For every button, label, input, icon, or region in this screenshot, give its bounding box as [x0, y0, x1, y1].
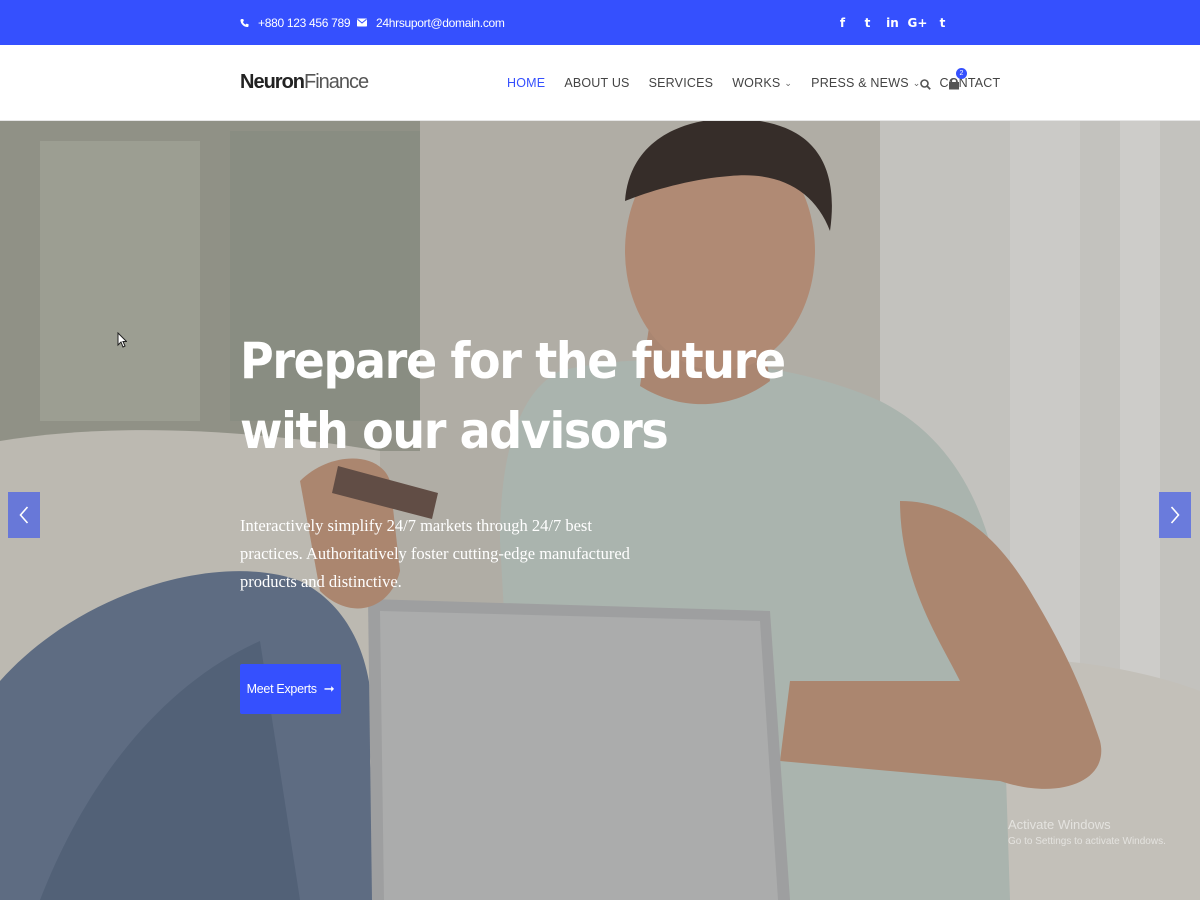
chevron-left-icon [19, 506, 29, 524]
email-contact[interactable]: 24hrsuport@domain.com [357, 0, 505, 45]
meet-experts-label: Meet Experts [246, 682, 317, 696]
phone-contact[interactable]: +880 123 456 789 [240, 0, 351, 45]
hero-title-line-2: with our advisors [240, 402, 669, 460]
envelope-icon [357, 18, 367, 27]
watermark-line-2: Go to Settings to activate Windows. [1008, 836, 1166, 847]
nav-about-us[interactable]: ABOUT US [564, 76, 629, 90]
twitter-icon[interactable]: t [855, 16, 880, 30]
hero-title-line-1: Prepare for the future [240, 332, 786, 390]
chevron-right-icon [1170, 506, 1180, 524]
activate-windows-watermark: Activate Windows Go to Settings to activ… [1008, 817, 1166, 847]
nav-home-label: HOME [507, 76, 546, 90]
arrow-right-icon: ➞ [323, 681, 335, 696]
nav-press-news[interactable]: PRESS & NEWS ⌄ [811, 76, 920, 90]
nav-home[interactable]: HOME [507, 76, 545, 90]
hero-slider: Prepare for the future with our advisors… [0, 121, 1200, 900]
google-plus-icon[interactable]: G+ [905, 16, 930, 30]
slider-next-button[interactable] [1159, 492, 1191, 538]
slider-prev-button[interactable] [8, 492, 40, 538]
nav-services-label: SERVICES [648, 76, 714, 90]
facebook-icon[interactable]: f [830, 16, 855, 30]
watermark-line-1: Activate Windows [1008, 817, 1111, 832]
chevron-down-icon: ⌄ [784, 77, 793, 88]
nav-about-us-label: ABOUT US [564, 76, 630, 90]
tumblr-icon[interactable]: t [930, 16, 955, 30]
shopping-bag-icon [949, 78, 959, 90]
main-nav: HOME ABOUT US SERVICES WORKS ⌄ PRESS & NE… [507, 45, 1019, 121]
top-bar: +880 123 456 789 24hrsuport@domain.com f… [0, 0, 1200, 45]
hero-title: Prepare for the future with our advisors [240, 326, 786, 466]
email-address: 24hrsuport@domain.com [376, 15, 505, 30]
nav-services[interactable]: SERVICES [649, 76, 714, 90]
main-header: NeuronFinance HOME ABOUT US SERVICES WOR… [0, 45, 1200, 121]
site-logo[interactable]: NeuronFinance [240, 71, 369, 94]
phone-icon [240, 18, 249, 27]
nav-works-label: WORKS [732, 76, 781, 90]
meet-experts-button[interactable]: Meet Experts ➞ [240, 664, 341, 714]
search-icon[interactable] [920, 77, 931, 95]
logo-bold-text: Neuron [240, 71, 305, 93]
nav-press-news-label: PRESS & NEWS [811, 76, 909, 90]
hero-description: Interactively simplify 24/7 markets thro… [240, 516, 630, 591]
mouse-cursor-icon [117, 332, 127, 348]
nav-works[interactable]: WORKS ⌄ [732, 76, 792, 90]
linkedin-icon[interactable]: in [880, 16, 905, 30]
social-links: f t in G+ t [830, 0, 955, 45]
cart-count-badge: 2 [956, 68, 967, 79]
hero-overlay [0, 121, 1200, 900]
logo-light-text: Finance [304, 71, 369, 93]
cart-button[interactable]: 2 [948, 68, 967, 95]
phone-number: +880 123 456 789 [258, 15, 351, 30]
